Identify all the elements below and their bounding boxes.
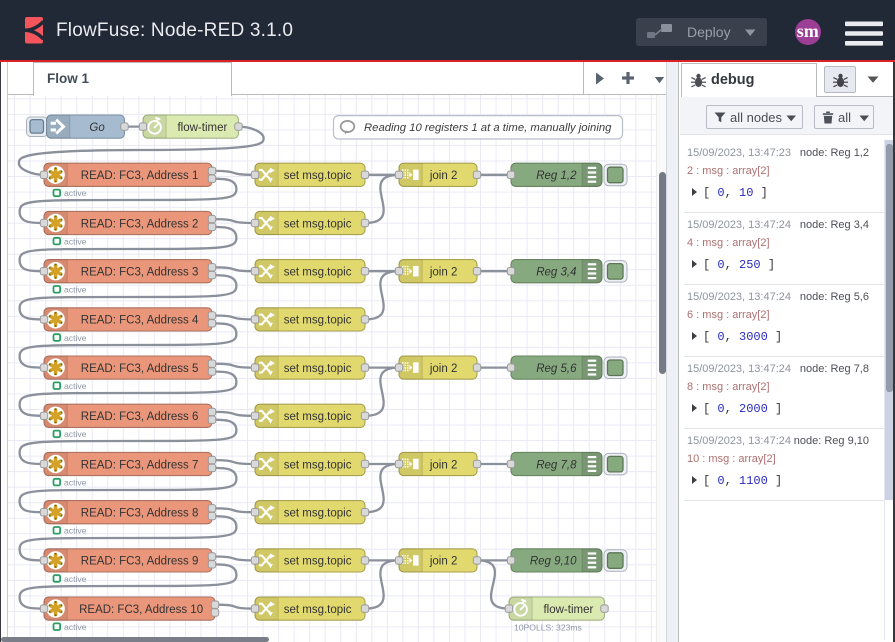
svg-text:Reg 3,4: Reg 3,4 (536, 267, 576, 279)
svg-text:active: active (64, 333, 87, 343)
svg-text:READ: FC3, Address 6: READ: FC3, Address 6 (81, 411, 199, 423)
svg-text:Reading 10 registers 1 at a ti: Reading 10 registers 1 at a time, manual… (364, 122, 612, 134)
svg-text:READ: FC3, Address 9: READ: FC3, Address 9 (81, 556, 199, 568)
svg-text:Reg 5,6: Reg 5,6 (536, 363, 577, 375)
svg-text:active: active (64, 236, 87, 246)
svg-text:READ: FC3, Address 2: READ: FC3, Address 2 (81, 218, 199, 230)
svg-text:active: active (64, 574, 87, 584)
svg-text:set msg.topic: set msg.topic (284, 556, 352, 568)
svg-text:Go: Go (89, 122, 105, 134)
svg-text:join 2: join 2 (429, 267, 458, 279)
svg-text:Reg 7,8: Reg 7,8 (536, 459, 577, 471)
svg-text:flow-timer: flow-timer (177, 122, 227, 134)
svg-text:join 2: join 2 (429, 363, 458, 375)
svg-text:Reg 1,2: Reg 1,2 (536, 170, 577, 182)
svg-text:READ: FC3, Address 1: READ: FC3, Address 1 (81, 170, 199, 182)
svg-text:active: active (64, 526, 87, 536)
svg-text:Reg 9,10: Reg 9,10 (530, 556, 577, 568)
svg-text:set msg.topic: set msg.topic (284, 604, 352, 616)
svg-text:active: active (64, 381, 87, 391)
svg-text:set msg.topic: set msg.topic (284, 315, 352, 327)
svg-text:READ: FC3, Address 7: READ: FC3, Address 7 (81, 459, 199, 471)
svg-text:READ: FC3, Address 10: READ: FC3, Address 10 (79, 604, 203, 616)
svg-text:join 2: join 2 (429, 459, 458, 471)
svg-text:active: active (64, 622, 87, 632)
svg-text:active: active (64, 285, 87, 295)
svg-text:set msg.topic: set msg.topic (284, 218, 352, 230)
svg-text:flow-timer: flow-timer (543, 604, 593, 616)
svg-text:READ: FC3, Address 8: READ: FC3, Address 8 (81, 508, 199, 520)
svg-text:join 2: join 2 (429, 170, 458, 182)
svg-text:join 2: join 2 (429, 556, 458, 568)
svg-text:READ: FC3, Address 4: READ: FC3, Address 4 (81, 315, 199, 327)
svg-text:READ: FC3, Address 3: READ: FC3, Address 3 (81, 267, 199, 279)
svg-text:set msg.topic: set msg.topic (284, 267, 352, 279)
svg-text:set msg.topic: set msg.topic (284, 363, 352, 375)
svg-text:set msg.topic: set msg.topic (284, 411, 352, 423)
svg-text:READ: FC3, Address 5: READ: FC3, Address 5 (81, 363, 199, 375)
svg-text:10POLLS: 323ms: 10POLLS: 323ms (514, 623, 582, 633)
svg-text:active: active (64, 188, 87, 198)
svg-text:active: active (64, 429, 87, 439)
svg-text:set msg.topic: set msg.topic (284, 170, 352, 182)
svg-text:set msg.topic: set msg.topic (284, 508, 352, 520)
svg-text:active: active (64, 477, 87, 487)
svg-text:set msg.topic: set msg.topic (284, 459, 352, 471)
